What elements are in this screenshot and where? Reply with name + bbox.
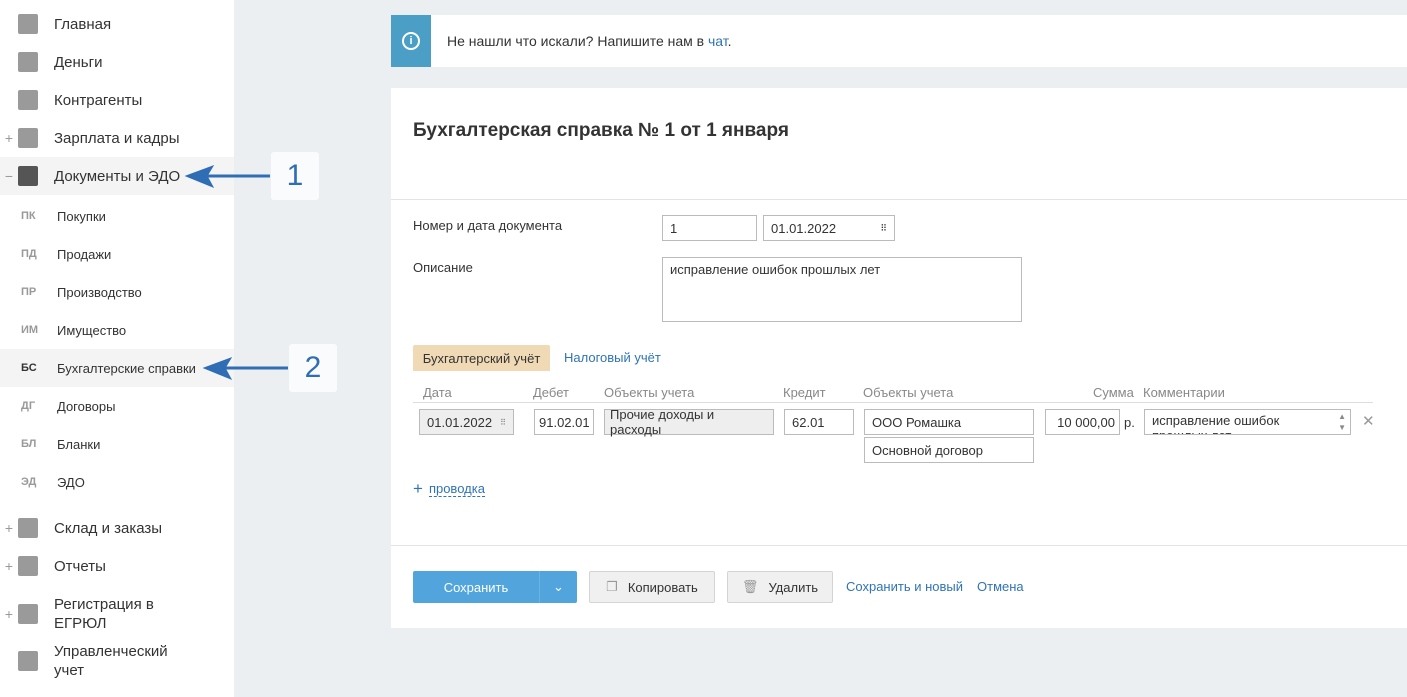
save-label: Сохранить: [443, 579, 509, 595]
date-value: 01.01.2022: [771, 220, 837, 236]
sum-input[interactable]: 10 000,00: [1045, 409, 1120, 435]
delete-label: Удалить: [768, 579, 819, 595]
debit-input[interactable]: 91.02.01: [534, 409, 594, 435]
chat-link[interactable]: чат: [708, 33, 728, 49]
annotation-arrows: [184, 165, 288, 380]
chevron-down-icon[interactable]: ⌄: [539, 571, 577, 603]
subitem-abbr: БЛ: [21, 438, 37, 450]
sidebar-item-label: Управленческий учет: [54, 643, 168, 679]
comment-textarea[interactable]: исправление ошибок прошлых лет ▲▼: [1144, 409, 1351, 435]
expand-icon[interactable]: +: [0, 520, 18, 536]
col-debit-objects: Объекты учета: [604, 385, 695, 400]
subitem-label: Бланки: [57, 436, 101, 452]
col-credit: Кредит: [783, 385, 826, 400]
copy-button[interactable]: ❐ Копировать: [589, 571, 715, 603]
sidebar-item-label: Склад и заказы: [54, 519, 163, 537]
col-comment: Комментарии: [1143, 385, 1225, 400]
col-credit-objects: Объекты учета: [863, 385, 954, 400]
info-icon: i: [391, 15, 431, 67]
subitem-label: Договоры: [57, 398, 116, 414]
col-debit: Дебет: [533, 385, 569, 400]
add-entry-button[interactable]: + проводка: [413, 479, 485, 499]
sidebar-subitem[interactable]: ЭД ЭДО: [0, 463, 234, 501]
add-entry-label: проводка: [428, 481, 485, 497]
sidebar-item-label: Отчеты: [54, 557, 106, 575]
col-sum: Сумма: [1093, 385, 1134, 400]
delete-button[interactable]: 🗑 Удалить: [727, 571, 833, 603]
credit-object-contract[interactable]: Основной договор: [864, 437, 1034, 463]
save-button[interactable]: Сохранить ⌄: [413, 571, 577, 603]
calendar-icon[interactable]: ⠿: [500, 418, 506, 427]
scroll-arrows-icon[interactable]: ▲ ▼: [1338, 411, 1346, 433]
subitem-abbr: ЭД: [21, 476, 37, 488]
subitem-label: ЭДО: [57, 474, 85, 490]
credit-object-contractor[interactable]: ООО Ромашка: [864, 409, 1034, 435]
delete-row-icon[interactable]: ✕: [1362, 412, 1375, 430]
debit-objects-button[interactable]: Прочие доходы и расходы: [604, 407, 774, 437]
report-icon: [18, 556, 38, 576]
save-and-new-link[interactable]: Сохранить и новый: [846, 579, 963, 594]
tab-accounting[interactable]: Бухгалтерский учёт: [413, 345, 550, 371]
page-title: Бухгалтерская справка № 1 от 1 января: [413, 120, 789, 141]
calendar-icon[interactable]: ⠿: [880, 223, 887, 234]
trash-icon: 🗑: [741, 579, 759, 594]
divider: [391, 199, 1407, 200]
row-date-value: 01.01.2022: [427, 414, 493, 430]
copy-icon: ❐: [606, 579, 618, 594]
plus-icon: +: [413, 479, 423, 498]
row-date-input[interactable]: 01.01.2022 ⠿: [419, 409, 514, 435]
number-input[interactable]: 1: [662, 215, 757, 241]
expand-icon[interactable]: +: [0, 606, 18, 622]
table-divider: [413, 402, 1373, 403]
info-banner: i Не нашли что искали? Напишите нам в ча…: [391, 15, 1407, 67]
col-date: Дата: [423, 385, 452, 400]
banner-end: .: [727, 33, 732, 49]
sidebar-item[interactable]: + Отчеты: [0, 547, 234, 585]
number-date-label: Номер и дата документа: [413, 218, 563, 233]
warehouse-icon: [18, 518, 38, 538]
sidebar-subitem[interactable]: БЛ Бланки: [0, 425, 234, 463]
comment-value: исправление ошибок прошлых лет: [1152, 413, 1280, 434]
subitem-abbr: ДГ: [21, 400, 36, 412]
description-label: Описание: [413, 260, 473, 275]
banner-text: Не нашли что искали? Напишите нам в: [447, 33, 708, 49]
expand-icon[interactable]: +: [0, 558, 18, 574]
sidebar-item[interactable]: + Склад и заказы: [0, 509, 234, 547]
divider: [391, 545, 1407, 546]
currency-label: р.: [1124, 415, 1135, 430]
description-textarea[interactable]: исправление ошибок прошлых лет: [662, 257, 1022, 322]
tab-tax[interactable]: Налоговый учёт: [564, 350, 661, 365]
date-input[interactable]: 01.01.2022 ⠿: [763, 215, 895, 241]
copy-label: Копировать: [627, 579, 698, 595]
credit-input[interactable]: 62.01: [784, 409, 854, 435]
sidebar-item-label: Регистрация в ЕГРЮЛ: [54, 596, 154, 632]
sidebar-item[interactable]: + Регистрация в ЕГРЮЛ: [0, 590, 234, 638]
registration-icon: [18, 604, 38, 624]
sidebar-item[interactable]: Управленческий учет: [0, 642, 234, 680]
ruble-icon: [18, 651, 38, 671]
cancel-link[interactable]: Отмена: [977, 579, 1024, 594]
